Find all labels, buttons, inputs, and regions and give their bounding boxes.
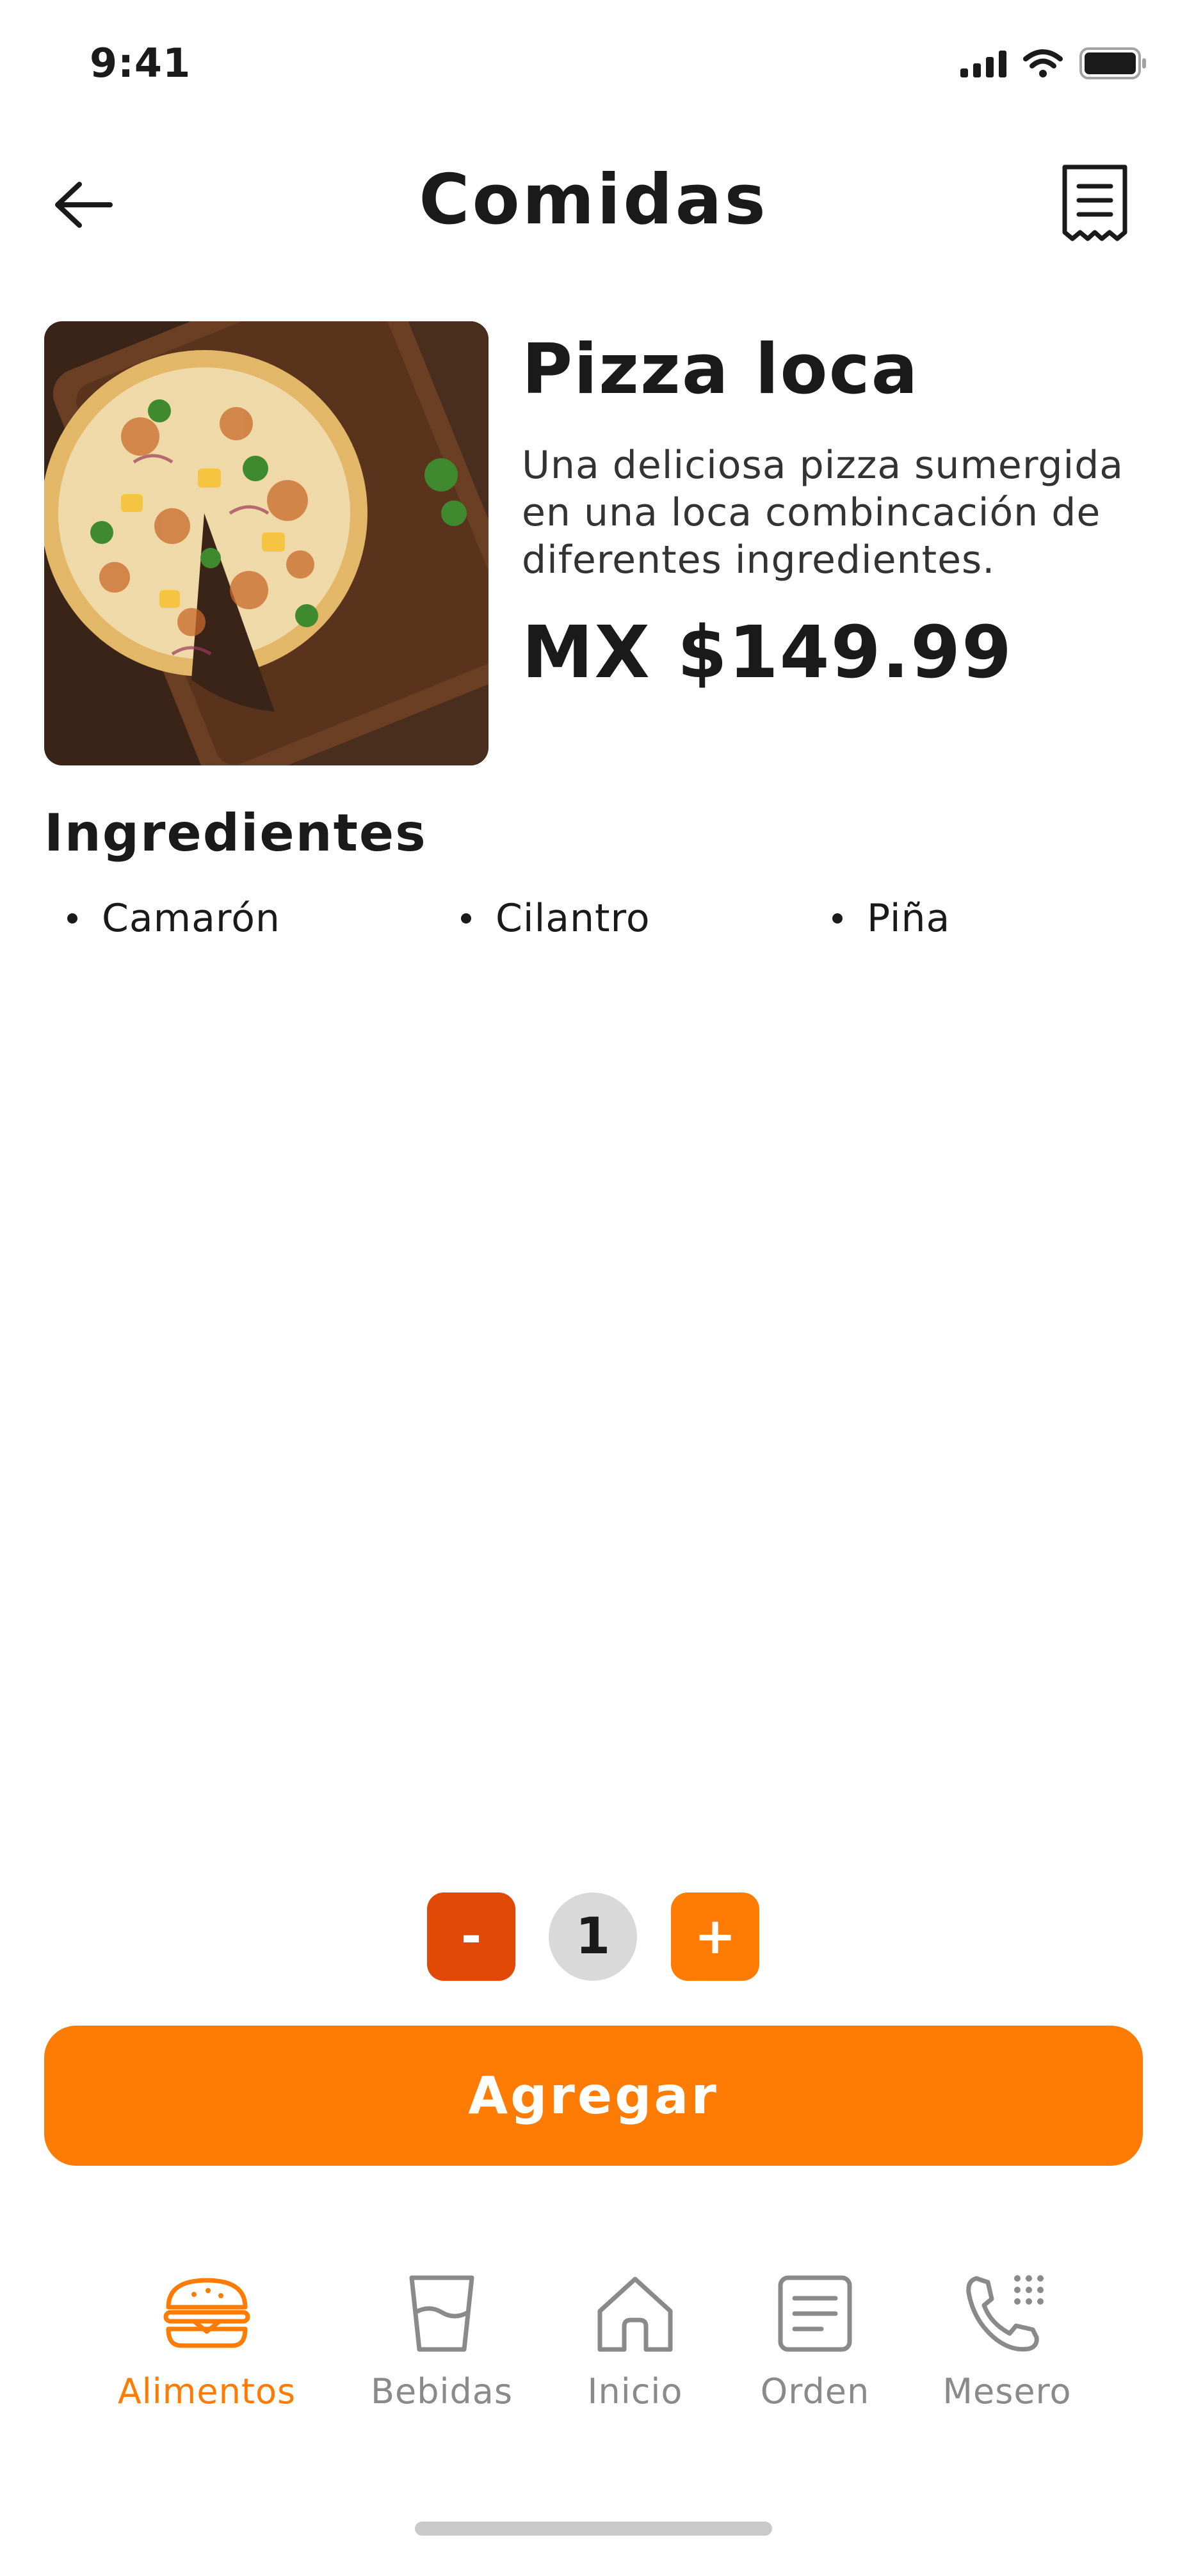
pizza-image [44, 321, 489, 765]
ingredient-label: Cilantro [496, 896, 650, 941]
burger-icon [159, 2269, 255, 2358]
phone-icon [959, 2269, 1055, 2358]
quantity-value: 1 [549, 1892, 637, 1981]
bullet-icon [461, 913, 471, 924]
nav-label: Mesero [942, 2371, 1072, 2412]
receipt-button[interactable] [1060, 163, 1136, 246]
add-to-order-button[interactable]: Agregar [44, 2026, 1143, 2166]
ingredient-label: Camarón [102, 896, 280, 941]
status-time: 9:41 [90, 40, 191, 86]
nav-label: Inicio [587, 2371, 683, 2412]
ingredient-item: Cilantro [461, 896, 650, 941]
quantity-decrease-button[interactable]: - [427, 1892, 515, 1981]
nav-item-bebidas[interactable]: Bebidas [359, 2269, 525, 2412]
bullet-icon [67, 913, 77, 924]
home-indicator [415, 2522, 772, 2536]
product-price: MX $149.99 [522, 611, 1013, 694]
wifi-icon [1023, 49, 1063, 77]
ingredient-item: Camarón [67, 896, 280, 941]
ingredient-item: Piña [832, 896, 950, 941]
nav-label: Alimentos [117, 2371, 296, 2412]
product-description: Una deliciosa pizza sumergida en una loc… [522, 443, 1124, 582]
product-name: Pizza loca [522, 330, 919, 410]
page-title: Comidas [419, 160, 768, 240]
status-icons [960, 47, 1147, 79]
ingredient-label: Piña [867, 896, 951, 941]
quantity-increase-button[interactable]: + [671, 1892, 759, 1981]
battery-icon [1079, 47, 1146, 79]
nav-item-inicio[interactable]: Inicio [552, 2269, 718, 2412]
cup-icon [394, 2269, 490, 2358]
ingredients-title: Ingredientes [44, 803, 427, 863]
nav-label: Orden [760, 2371, 870, 2412]
receipt-icon [1062, 164, 1127, 241]
bullet-icon [832, 913, 843, 924]
nav-item-orden[interactable]: Orden [732, 2269, 898, 2412]
nav-item-mesero[interactable]: Mesero [924, 2269, 1090, 2412]
nav-label: Bebidas [370, 2371, 513, 2412]
home-icon [587, 2269, 683, 2358]
order-icon [767, 2269, 863, 2358]
signal-icon [960, 51, 1006, 77]
product-image [44, 321, 489, 765]
nav-item-alimentos[interactable]: Alimentos [118, 2269, 295, 2412]
